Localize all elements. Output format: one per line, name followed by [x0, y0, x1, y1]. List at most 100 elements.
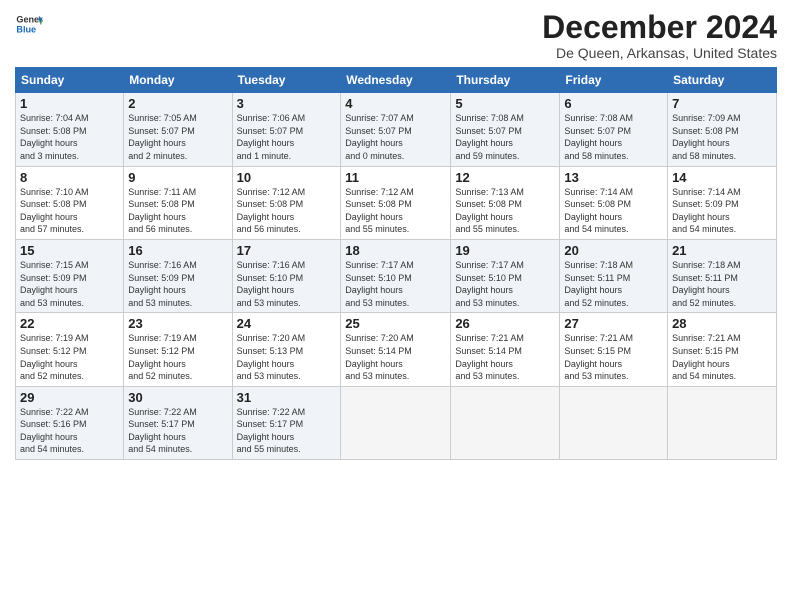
day-number: 2	[128, 96, 227, 111]
day-info: Sunrise: 7:14 AMSunset: 5:09 PMDaylight …	[672, 186, 772, 236]
weekday-header: Wednesday	[341, 68, 451, 93]
calendar-cell: 12Sunrise: 7:13 AMSunset: 5:08 PMDayligh…	[451, 166, 560, 239]
main-title: December 2024	[542, 10, 777, 45]
day-info: Sunrise: 7:06 AMSunset: 5:07 PMDaylight …	[237, 112, 337, 162]
calendar-cell	[668, 386, 777, 459]
calendar-cell: 28Sunrise: 7:21 AMSunset: 5:15 PMDayligh…	[668, 313, 777, 386]
day-number: 29	[20, 390, 119, 405]
day-info: Sunrise: 7:08 AMSunset: 5:07 PMDaylight …	[564, 112, 663, 162]
day-number: 3	[237, 96, 337, 111]
calendar-cell: 13Sunrise: 7:14 AMSunset: 5:08 PMDayligh…	[560, 166, 668, 239]
calendar-cell: 23Sunrise: 7:19 AMSunset: 5:12 PMDayligh…	[124, 313, 232, 386]
day-number: 9	[128, 170, 227, 185]
calendar-cell	[451, 386, 560, 459]
calendar-cell	[560, 386, 668, 459]
day-number: 28	[672, 316, 772, 331]
logo: General Blue	[15, 10, 43, 38]
day-number: 10	[237, 170, 337, 185]
calendar-cell: 21Sunrise: 7:18 AMSunset: 5:11 PMDayligh…	[668, 239, 777, 312]
day-number: 30	[128, 390, 227, 405]
calendar-header: SundayMondayTuesdayWednesdayThursdayFrid…	[16, 68, 777, 93]
calendar-cell: 9Sunrise: 7:11 AMSunset: 5:08 PMDaylight…	[124, 166, 232, 239]
svg-text:Blue: Blue	[16, 24, 36, 34]
day-number: 14	[672, 170, 772, 185]
calendar-cell: 5Sunrise: 7:08 AMSunset: 5:07 PMDaylight…	[451, 93, 560, 166]
calendar-week-row: 22Sunrise: 7:19 AMSunset: 5:12 PMDayligh…	[16, 313, 777, 386]
day-number: 6	[564, 96, 663, 111]
day-number: 12	[455, 170, 555, 185]
calendar-cell: 1Sunrise: 7:04 AMSunset: 5:08 PMDaylight…	[16, 93, 124, 166]
day-info: Sunrise: 7:15 AMSunset: 5:09 PMDaylight …	[20, 259, 119, 309]
calendar-cell: 16Sunrise: 7:16 AMSunset: 5:09 PMDayligh…	[124, 239, 232, 312]
day-number: 13	[564, 170, 663, 185]
day-number: 7	[672, 96, 772, 111]
day-info: Sunrise: 7:19 AMSunset: 5:12 PMDaylight …	[20, 332, 119, 382]
day-number: 23	[128, 316, 227, 331]
day-number: 15	[20, 243, 119, 258]
day-info: Sunrise: 7:22 AMSunset: 5:16 PMDaylight …	[20, 406, 119, 456]
calendar-cell: 10Sunrise: 7:12 AMSunset: 5:08 PMDayligh…	[232, 166, 341, 239]
day-number: 25	[345, 316, 446, 331]
day-number: 26	[455, 316, 555, 331]
day-info: Sunrise: 7:16 AMSunset: 5:10 PMDaylight …	[237, 259, 337, 309]
day-info: Sunrise: 7:21 AMSunset: 5:14 PMDaylight …	[455, 332, 555, 382]
calendar-cell: 26Sunrise: 7:21 AMSunset: 5:14 PMDayligh…	[451, 313, 560, 386]
calendar-week-row: 15Sunrise: 7:15 AMSunset: 5:09 PMDayligh…	[16, 239, 777, 312]
calendar-cell: 29Sunrise: 7:22 AMSunset: 5:16 PMDayligh…	[16, 386, 124, 459]
logo-icon: General Blue	[15, 10, 43, 38]
calendar-cell: 2Sunrise: 7:05 AMSunset: 5:07 PMDaylight…	[124, 93, 232, 166]
calendar-cell: 20Sunrise: 7:18 AMSunset: 5:11 PMDayligh…	[560, 239, 668, 312]
day-info: Sunrise: 7:12 AMSunset: 5:08 PMDaylight …	[345, 186, 446, 236]
day-info: Sunrise: 7:22 AMSunset: 5:17 PMDaylight …	[128, 406, 227, 456]
calendar-cell: 11Sunrise: 7:12 AMSunset: 5:08 PMDayligh…	[341, 166, 451, 239]
day-info: Sunrise: 7:18 AMSunset: 5:11 PMDaylight …	[564, 259, 663, 309]
weekday-header: Saturday	[668, 68, 777, 93]
subtitle: De Queen, Arkansas, United States	[542, 45, 777, 61]
day-info: Sunrise: 7:07 AMSunset: 5:07 PMDaylight …	[345, 112, 446, 162]
day-number: 22	[20, 316, 119, 331]
day-number: 24	[237, 316, 337, 331]
day-number: 17	[237, 243, 337, 258]
calendar-week-row: 29Sunrise: 7:22 AMSunset: 5:16 PMDayligh…	[16, 386, 777, 459]
day-info: Sunrise: 7:20 AMSunset: 5:13 PMDaylight …	[237, 332, 337, 382]
calendar-cell: 7Sunrise: 7:09 AMSunset: 5:08 PMDaylight…	[668, 93, 777, 166]
day-number: 4	[345, 96, 446, 111]
calendar-cell: 31Sunrise: 7:22 AMSunset: 5:17 PMDayligh…	[232, 386, 341, 459]
day-info: Sunrise: 7:08 AMSunset: 5:07 PMDaylight …	[455, 112, 555, 162]
calendar-cell: 22Sunrise: 7:19 AMSunset: 5:12 PMDayligh…	[16, 313, 124, 386]
day-info: Sunrise: 7:21 AMSunset: 5:15 PMDaylight …	[672, 332, 772, 382]
calendar-cell	[341, 386, 451, 459]
day-info: Sunrise: 7:10 AMSunset: 5:08 PMDaylight …	[20, 186, 119, 236]
weekday-header: Tuesday	[232, 68, 341, 93]
day-number: 11	[345, 170, 446, 185]
day-info: Sunrise: 7:04 AMSunset: 5:08 PMDaylight …	[20, 112, 119, 162]
calendar-cell: 4Sunrise: 7:07 AMSunset: 5:07 PMDaylight…	[341, 93, 451, 166]
calendar-cell: 15Sunrise: 7:15 AMSunset: 5:09 PMDayligh…	[16, 239, 124, 312]
header: General Blue December 2024 De Queen, Ark…	[15, 10, 777, 61]
day-info: Sunrise: 7:16 AMSunset: 5:09 PMDaylight …	[128, 259, 227, 309]
calendar-cell: 8Sunrise: 7:10 AMSunset: 5:08 PMDaylight…	[16, 166, 124, 239]
day-info: Sunrise: 7:17 AMSunset: 5:10 PMDaylight …	[455, 259, 555, 309]
weekday-header: Monday	[124, 68, 232, 93]
calendar-cell: 3Sunrise: 7:06 AMSunset: 5:07 PMDaylight…	[232, 93, 341, 166]
day-info: Sunrise: 7:11 AMSunset: 5:08 PMDaylight …	[128, 186, 227, 236]
day-info: Sunrise: 7:22 AMSunset: 5:17 PMDaylight …	[237, 406, 337, 456]
day-number: 19	[455, 243, 555, 258]
weekday-header: Thursday	[451, 68, 560, 93]
weekday-header: Friday	[560, 68, 668, 93]
day-number: 27	[564, 316, 663, 331]
calendar-cell: 18Sunrise: 7:17 AMSunset: 5:10 PMDayligh…	[341, 239, 451, 312]
day-info: Sunrise: 7:13 AMSunset: 5:08 PMDaylight …	[455, 186, 555, 236]
day-info: Sunrise: 7:05 AMSunset: 5:07 PMDaylight …	[128, 112, 227, 162]
day-info: Sunrise: 7:17 AMSunset: 5:10 PMDaylight …	[345, 259, 446, 309]
day-number: 1	[20, 96, 119, 111]
calendar-week-row: 8Sunrise: 7:10 AMSunset: 5:08 PMDaylight…	[16, 166, 777, 239]
page: General Blue December 2024 De Queen, Ark…	[0, 0, 792, 612]
day-info: Sunrise: 7:21 AMSunset: 5:15 PMDaylight …	[564, 332, 663, 382]
day-number: 20	[564, 243, 663, 258]
day-number: 31	[237, 390, 337, 405]
calendar-cell: 6Sunrise: 7:08 AMSunset: 5:07 PMDaylight…	[560, 93, 668, 166]
calendar-cell: 24Sunrise: 7:20 AMSunset: 5:13 PMDayligh…	[232, 313, 341, 386]
calendar-cell: 27Sunrise: 7:21 AMSunset: 5:15 PMDayligh…	[560, 313, 668, 386]
calendar-cell: 25Sunrise: 7:20 AMSunset: 5:14 PMDayligh…	[341, 313, 451, 386]
